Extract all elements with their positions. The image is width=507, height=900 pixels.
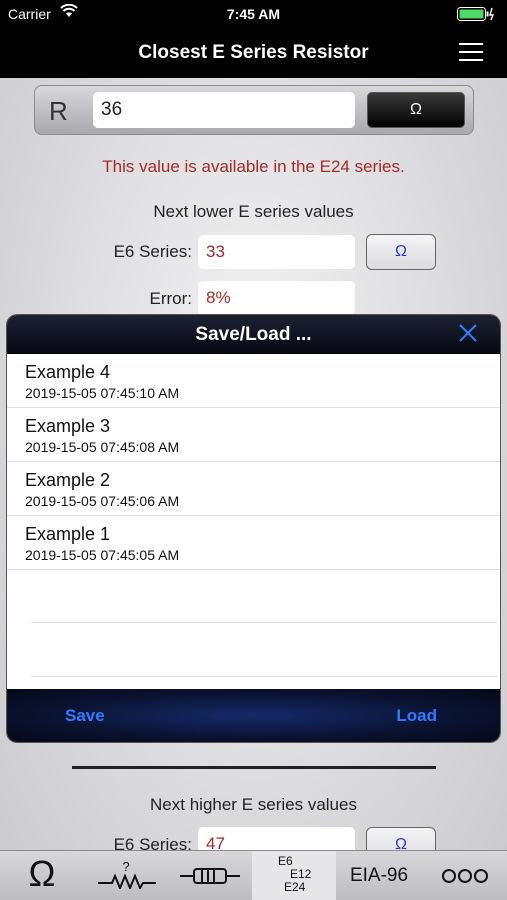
saved-items-list: Example 4 2019-15-05 07:45:10 AM Example…: [7, 354, 500, 689]
e-series-icon: E6 E12 E24: [252, 851, 336, 894]
unknown-resistor-icon: ?: [84, 851, 168, 900]
tab-more[interactable]: [422, 851, 507, 900]
ohm-icon: Ω: [28, 853, 56, 894]
item-date: 2019-15-05 07:45:05 AM: [25, 547, 180, 563]
hamburger-menu-icon[interactable]: [459, 43, 483, 61]
save-load-dialog: Save/Load ... Example 4 2019-15-05 07:45…: [7, 315, 500, 742]
list-item[interactable]: Example 3 2019-15-05 07:45:08 AM: [7, 408, 500, 462]
status-time: 7:45 AM: [226, 6, 281, 22]
save-button[interactable]: Save: [65, 706, 105, 726]
resistance-unit-button[interactable]: Ω: [367, 92, 465, 128]
availability-message: This value is available in the E24 serie…: [102, 157, 405, 176]
list-separator: [31, 676, 497, 677]
dialog-title: Save/Load ...: [195, 324, 312, 345]
resistance-input[interactable]: 36: [93, 92, 355, 128]
item-name: Example 3: [25, 416, 111, 436]
status-bar: Carrier 7:45 AM: [0, 0, 507, 28]
tab-resistor[interactable]: [168, 851, 252, 900]
higher-values-title: Next higher E series values: [150, 795, 357, 814]
dialog-footer: Save Load: [7, 689, 500, 742]
battery-icon: [457, 7, 497, 21]
tab-unknown-resistor[interactable]: ?: [84, 851, 168, 900]
navigation-bar: Closest E Series Resistor: [0, 28, 507, 78]
tab-e-series[interactable]: E6 E12 E24: [252, 851, 336, 900]
list-separator: [31, 622, 497, 623]
lower-error-value: 8%: [198, 281, 355, 315]
list-item[interactable]: Example 4 2019-15-05 07:45:10 AM: [7, 354, 500, 408]
resistor-icon: [168, 851, 252, 900]
lower-series-value[interactable]: 33: [198, 235, 355, 269]
list-item[interactable]: Example 2 2019-15-05 07:45:06 AM: [7, 462, 500, 516]
list-item[interactable]: Example 1 2019-15-05 07:45:05 AM: [7, 516, 500, 570]
item-date: 2019-15-05 07:45:08 AM: [25, 439, 180, 455]
resistance-input-panel: R 36 Ω: [34, 85, 474, 135]
e24-label: E24: [284, 880, 306, 894]
item-name: Example 2: [25, 470, 111, 490]
lower-values-title: Next lower E series values: [153, 202, 354, 221]
question-mark-label: ?: [122, 859, 130, 874]
load-button[interactable]: Load: [396, 706, 437, 726]
lower-error-label: Error:: [149, 289, 193, 308]
item-date: 2019-15-05 07:45:06 AM: [25, 493, 180, 509]
lower-unit-button[interactable]: Ω: [366, 234, 436, 270]
resistance-label: R: [49, 96, 68, 126]
page-title: Closest E Series Resistor: [138, 42, 369, 63]
more-icon: [422, 851, 507, 900]
close-icon[interactable]: [456, 321, 480, 345]
item-date: 2019-15-05 07:45:10 AM: [25, 385, 180, 401]
item-name: Example 1: [25, 524, 111, 544]
lower-series-label: E6 Series:: [113, 242, 192, 261]
tab-ohm[interactable]: Ω: [0, 851, 84, 900]
tab-eia96[interactable]: EIA-96: [336, 851, 422, 900]
section-divider: [72, 766, 436, 769]
item-name: Example 4: [25, 362, 111, 382]
dialog-header: Save/Load ...: [7, 315, 500, 354]
tab-bar: Ω ? E6 E12 E24 EIA-96: [0, 850, 507, 900]
eia96-label: EIA-96: [349, 865, 409, 886]
